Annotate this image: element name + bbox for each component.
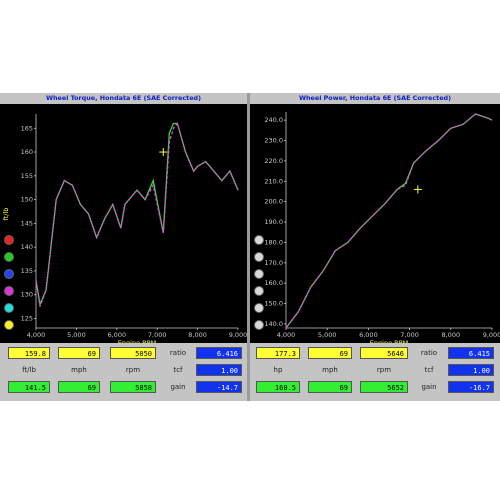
y-tick-label: 150	[21, 196, 33, 204]
dyno-app-window: Wheel Torque, Hondata 6E (SAE Corrected)…	[0, 93, 500, 401]
torque-chart: 165 160 155 150 145 140 135 130 125 4,000 5,000 6,0…	[0, 104, 247, 343]
torque-value-compare: 141.5	[8, 381, 50, 393]
gain-label: gain	[421, 383, 437, 391]
x-tick-label: 5,000	[318, 331, 337, 339]
power-panel: Wheel Power, Hondata 6E (SAE Corrected) …	[250, 93, 500, 401]
x-tick-label: 8,000	[441, 331, 460, 339]
series-toggle-dot[interactable]	[254, 252, 264, 262]
series-toggle-dot[interactable]	[4, 269, 14, 279]
plot-background	[250, 104, 500, 343]
y-tick-label: 140.0	[264, 320, 283, 328]
y-tick-label: 180.0	[264, 238, 283, 246]
tcf-value[interactable]: 1.00	[196, 364, 242, 376]
y-tick-label: 130	[21, 291, 33, 299]
power-value-compare: 160.5	[256, 381, 300, 393]
series-toggle-dot[interactable]	[254, 286, 264, 296]
tcf-label: tcf	[424, 366, 434, 374]
y-tick-label: 190.0	[264, 218, 283, 226]
y-tick-label: 160.0	[264, 279, 283, 287]
power-readouts: 177.3 69 5646 ratio 6.415 hp mph rpm tcf…	[250, 343, 500, 399]
y-tick-label: 170.0	[264, 259, 283, 267]
mph-value-cursor: 69	[58, 347, 100, 359]
y-tick-label: 230.0	[264, 137, 283, 145]
tcf-label: tcf	[173, 366, 183, 374]
torque-readouts: 159.8 69 5050 ratio 6.416 ft/lb mph rpm …	[0, 343, 247, 399]
y-tick-label: 135	[21, 267, 33, 275]
y-tick-label: 125	[21, 314, 33, 322]
x-tick-label: 7,000	[400, 331, 419, 339]
rpm-unit-label: rpm	[125, 366, 141, 374]
plot-background	[0, 104, 247, 343]
power-unit-label: hp	[273, 366, 283, 374]
gain-value: -14.7	[196, 381, 242, 393]
rpm-value-compare: 5858	[110, 381, 156, 393]
y-tick-label: 220.0	[264, 157, 283, 165]
series-toggle-dot[interactable]	[4, 303, 14, 313]
x-tick-label: 6,000	[359, 331, 378, 339]
series-toggle-dot[interactable]	[4, 235, 14, 245]
power-chart: 240.0 230.0 220.0 210.0 200.0 190.0 180.0 170.0…	[250, 104, 500, 343]
x-tick-label: 9,000	[229, 331, 247, 339]
rpm-value-cursor: 5646	[360, 347, 408, 359]
series-toggle-dot[interactable]	[4, 286, 14, 296]
ratio-value[interactable]: 6.415	[448, 347, 494, 359]
power-value-cursor: 177.3	[256, 347, 300, 359]
y-tick-label: 155	[21, 172, 33, 180]
y-tick-label: 200.0	[264, 198, 283, 206]
x-tick-label: 9,000	[483, 331, 500, 339]
x-tick-label: 4,000	[277, 331, 296, 339]
power-chart-title: Wheel Power, Hondata 6E (SAE Corrected)	[250, 93, 500, 104]
rpm-value-compare: 5652	[360, 381, 408, 393]
x-tick-label: 7,000	[148, 331, 167, 339]
x-tick-label: 6,000	[107, 331, 126, 339]
torque-panel: Wheel Torque, Hondata 6E (SAE Corrected)…	[0, 93, 247, 401]
series-toggle-dot[interactable]	[254, 320, 264, 330]
x-tick-label: 8,000	[188, 331, 207, 339]
series-toggle-dot[interactable]	[4, 252, 14, 262]
mph-value-cursor: 69	[308, 347, 352, 359]
torque-value-cursor: 159.8	[8, 347, 50, 359]
power-plot-area[interactable]: 240.0 230.0 220.0 210.0 200.0 190.0 180.0 170.0…	[250, 104, 500, 343]
ratio-label: ratio	[169, 349, 187, 357]
mph-unit-label: mph	[71, 366, 87, 374]
y-tick-label: 150.0	[264, 300, 283, 308]
gain-label: gain	[170, 383, 186, 391]
ratio-value[interactable]: 6.416	[196, 347, 242, 359]
torque-plot-area[interactable]: 165 160 155 150 145 140 135 130 125 4,000 5,000 6,0…	[0, 104, 247, 343]
series-toggle-dot[interactable]	[254, 235, 264, 245]
torque-chart-title: Wheel Torque, Hondata 6E (SAE Corrected)	[0, 93, 247, 104]
ratio-label: ratio	[420, 349, 438, 357]
mph-unit-label: mph	[322, 366, 338, 374]
y-tick-label: 210.0	[264, 177, 283, 185]
y-tick-label: 160	[21, 148, 33, 156]
y-tick-label: 140	[21, 243, 33, 251]
tcf-value[interactable]: 1.00	[448, 364, 494, 376]
y-tick-label: 165	[21, 124, 33, 132]
x-tick-label: 5,000	[67, 331, 86, 339]
x-tick-label: 4,000	[27, 331, 46, 339]
rpm-unit-label: rpm	[376, 366, 392, 374]
y-tick-label: 145	[21, 219, 33, 227]
mph-value-compare: 69	[58, 381, 100, 393]
series-toggle-dot[interactable]	[254, 269, 264, 279]
mph-value-compare: 69	[308, 381, 352, 393]
gain-value: -16.7	[448, 381, 494, 393]
y-tick-label: 240.0	[264, 116, 283, 124]
series-toggle-dot[interactable]	[4, 320, 14, 330]
panel-divider	[247, 93, 250, 401]
series-toggle-dot[interactable]	[254, 303, 264, 313]
torque-unit-label: ft/lb	[22, 366, 36, 374]
y-axis-label: ft/lb	[2, 208, 10, 221]
rpm-value-cursor: 5050	[110, 347, 156, 359]
